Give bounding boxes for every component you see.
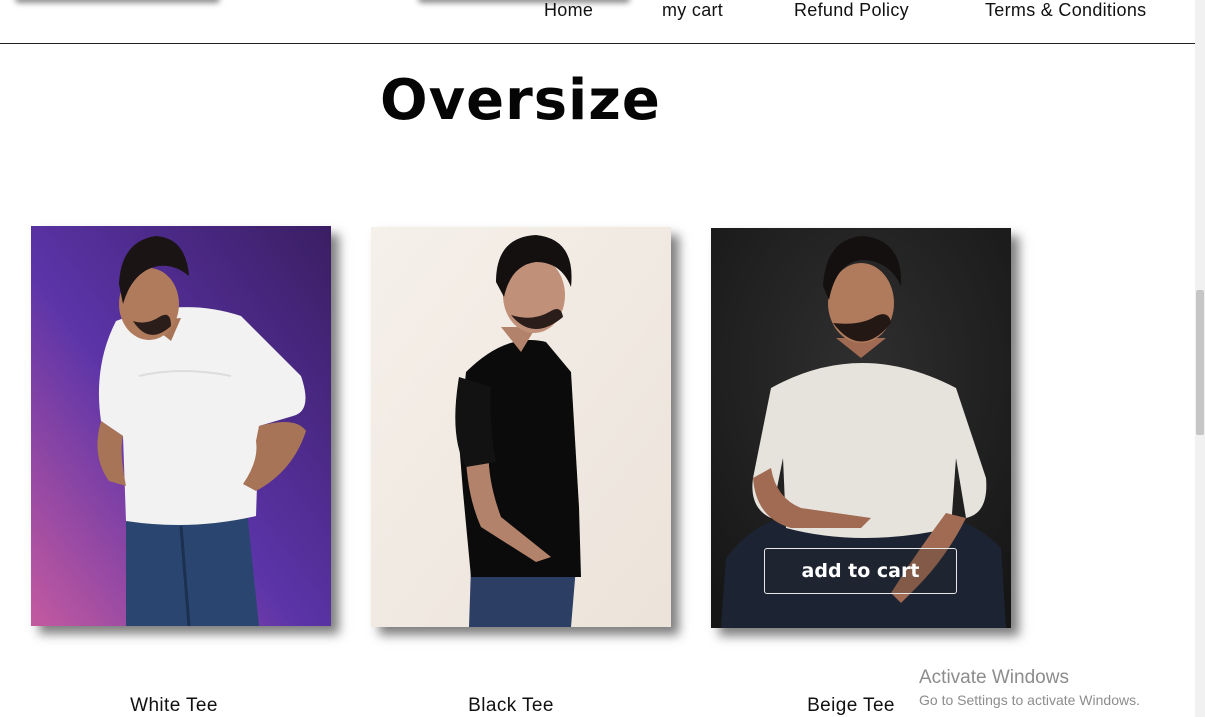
page-scrollbar[interactable] <box>1195 0 1205 717</box>
product-name-black-tee[interactable]: Black Tee <box>361 695 661 717</box>
model-black-tee-photo <box>371 227 671 627</box>
nav-terms-conditions[interactable]: Terms & Conditions <box>985 0 1146 21</box>
product-card-white-tee[interactable] <box>31 226 331 626</box>
nav-my-cart[interactable]: my cart <box>662 0 723 21</box>
model-white-tee-photo <box>31 226 331 626</box>
nav-refund-policy[interactable]: Refund Policy <box>794 0 909 21</box>
nav-home[interactable]: Home <box>544 0 593 21</box>
product-card-beige-tee[interactable]: add to cart <box>711 228 1011 628</box>
scrollbar-thumb[interactable] <box>1196 290 1204 435</box>
activate-windows-subtitle: Go to Settings to activate Windows. <box>919 692 1140 708</box>
product-name-white-tee[interactable]: White Tee <box>24 695 324 717</box>
page-title: Oversize <box>380 68 661 133</box>
add-to-cart-button[interactable]: add to cart <box>764 548 957 594</box>
main-nav: Home my cart Refund Policy Terms & Condi… <box>0 0 1195 44</box>
product-card-black-tee[interactable] <box>371 227 671 627</box>
activate-windows-title: Activate Windows <box>919 667 1069 688</box>
